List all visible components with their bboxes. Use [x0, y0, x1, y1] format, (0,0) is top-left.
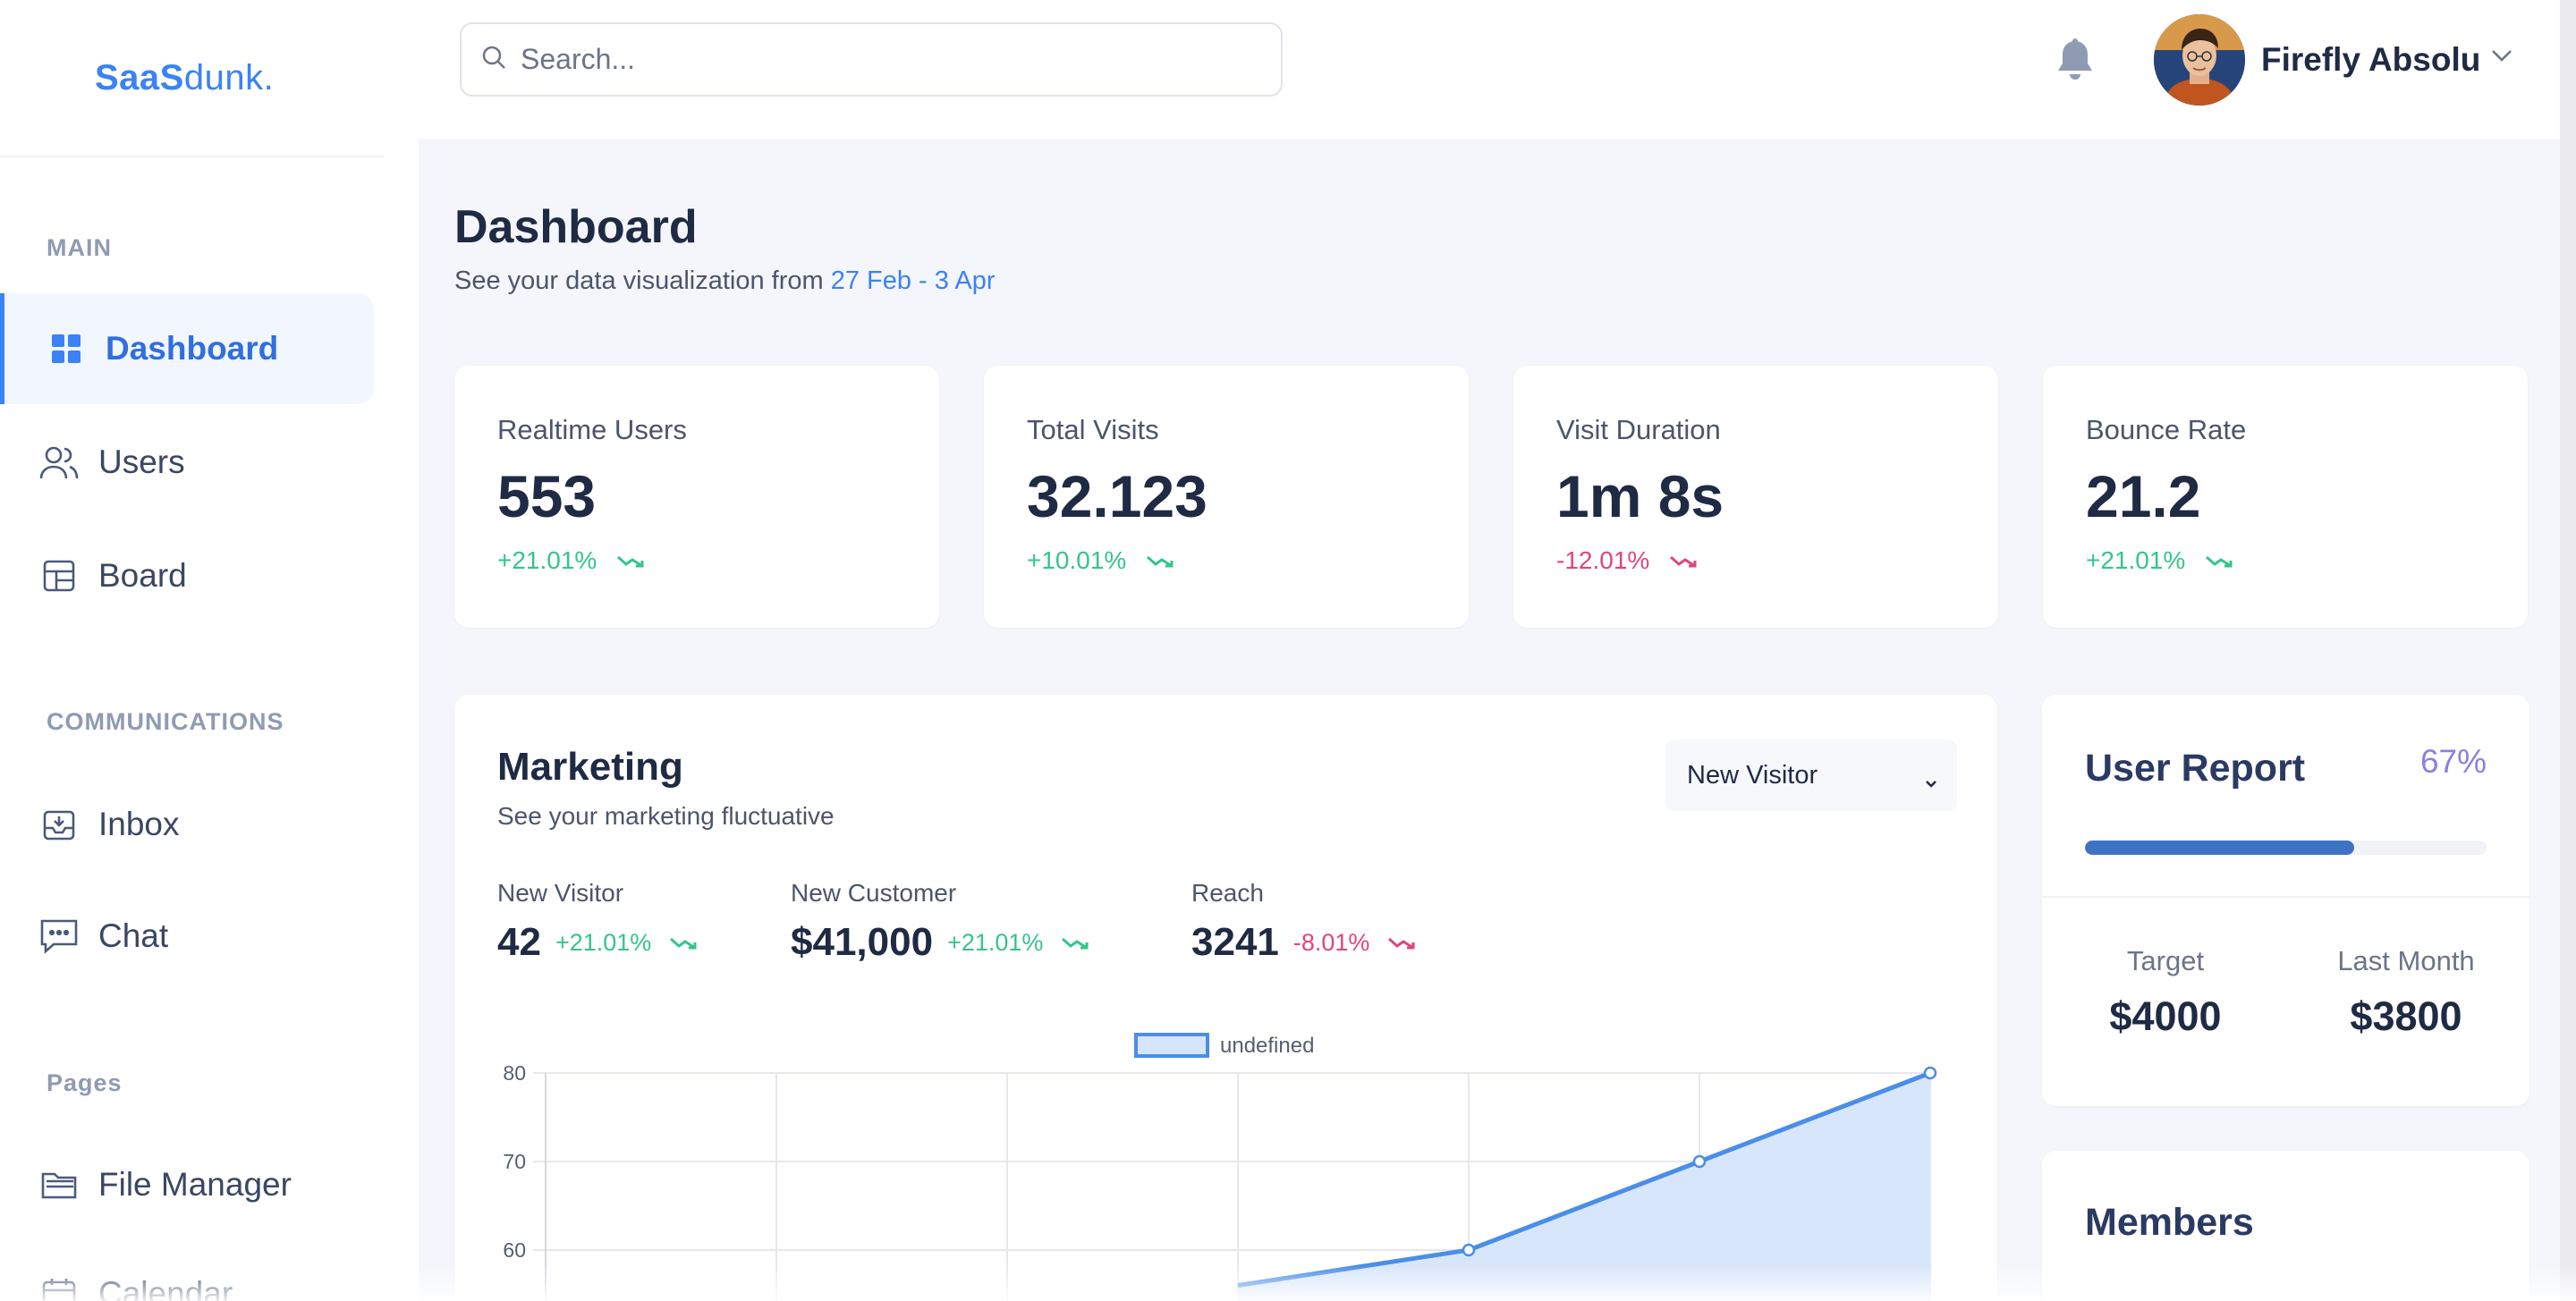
- logo-area: SaaSdunk.: [0, 0, 385, 157]
- stat-label: Realtime Users: [497, 414, 687, 445]
- user-name[interactable]: Firefly Absolu: [2261, 41, 2480, 79]
- sidebar-section-main: MAIN: [47, 234, 112, 261]
- page-subtitle: See your data visualization from 27 Feb …: [454, 266, 996, 295]
- divider: [2042, 896, 2529, 898]
- stat-card-realtime-users: Realtime Users 553 +21.01%: [454, 366, 939, 628]
- stat-value: 1m 8s: [1556, 463, 1724, 529]
- y-tick-label: 70: [503, 1150, 526, 1173]
- inbox-icon: [39, 805, 79, 844]
- last-month-stat: Last Month $3800: [2337, 945, 2475, 1039]
- scrollbar[interactable]: [2560, 0, 2576, 1301]
- sidebar-item-label: Calendar: [98, 1275, 233, 1301]
- user-report-progress-fill: [2085, 841, 2354, 855]
- members-title: Members: [2085, 1201, 2254, 1244]
- sidebar-item-inbox[interactable]: Inbox: [0, 769, 374, 880]
- y-tick-label: 60: [503, 1238, 526, 1262]
- stat-value: 32.123: [1027, 463, 1208, 529]
- trend-down-icon: [1388, 937, 1415, 950]
- page-title: Dashboard: [454, 201, 698, 253]
- stat-delta: +21.01%: [2086, 546, 2528, 575]
- avatar[interactable]: [2154, 14, 2245, 106]
- marketing-card: Marketing See your marketing fluctuative…: [454, 695, 1997, 1301]
- sidebar-item-file-manager[interactable]: File Manager: [0, 1129, 374, 1240]
- notification-bell-icon[interactable]: [2055, 38, 2095, 87]
- app-root: SaaSdunk. MAIN Dashboard Users Board COM…: [0, 0, 2576, 1301]
- users-icon: [39, 443, 79, 482]
- sidebar: SaaSdunk. MAIN Dashboard Users Board COM…: [0, 0, 419, 1301]
- trend-down-icon: [1670, 555, 1697, 568]
- stat-delta: +21.01%: [497, 546, 939, 575]
- legend-label: undefined: [1220, 1034, 1314, 1058]
- marketing-area-chart: undefined 80 70 60: [503, 1033, 1937, 1301]
- trend-up-icon: [2206, 555, 2233, 568]
- sidebar-section-communications: COMMUNICATIONS: [47, 708, 284, 735]
- calendar-icon: [39, 1274, 79, 1301]
- date-range-link[interactable]: 27 Feb - 3 Apr: [831, 266, 996, 295]
- search-input[interactable]: [521, 43, 1254, 76]
- metric-new-visitor: New Visitor 42 +21.01%: [497, 879, 698, 965]
- metric-reach: Reach 3241 -8.01%: [1191, 879, 1416, 965]
- stat-card-bounce-rate: Bounce Rate 21.2 +21.01%: [2043, 366, 2528, 628]
- user-report-title: User Report: [2085, 747, 2306, 790]
- y-tick-label: 80: [503, 1061, 526, 1085]
- user-report-progress-track: [2085, 841, 2487, 855]
- user-report-card: User Report 67% Target $4000 Last Month …: [2042, 695, 2529, 1106]
- sidebar-item-label: File Manager: [98, 1166, 292, 1203]
- sidebar-item-label: Inbox: [98, 806, 180, 842]
- chat-icon: [39, 917, 79, 956]
- stat-delta: +10.01%: [1027, 546, 1469, 575]
- stat-value: 553: [497, 463, 597, 529]
- dashboard-grid-icon: [47, 329, 86, 368]
- trend-up-icon: [1062, 937, 1089, 950]
- search-box[interactable]: [460, 22, 1283, 97]
- sidebar-item-label: Users: [98, 444, 185, 480]
- stat-label: Bounce Rate: [2086, 414, 2247, 445]
- stat-label: Visit Duration: [1556, 414, 1721, 445]
- stat-card-total-visits: Total Visits 32.123 +10.01%: [984, 366, 1469, 628]
- visitor-type-select[interactable]: New Visitor: [1665, 739, 1957, 811]
- search-icon: [481, 45, 506, 74]
- folder-icon: [39, 1165, 79, 1204]
- board-icon: [39, 556, 79, 596]
- sidebar-item-calendar[interactable]: Calendar: [0, 1238, 374, 1301]
- series-area: [1238, 1073, 1930, 1301]
- sidebar-item-board[interactable]: Board: [0, 520, 374, 631]
- sidebar-item-dashboard[interactable]: Dashboard: [0, 293, 374, 404]
- stat-card-visit-duration: Visit Duration 1m 8s -12.01%: [1513, 366, 1998, 628]
- topbar: Firefly Absolu: [419, 0, 2576, 139]
- data-point: [1692, 1154, 1707, 1169]
- metric-new-customer: New Customer $41,000 +21.01%: [791, 879, 1089, 965]
- stat-delta: -12.01%: [1556, 546, 1998, 575]
- sidebar-item-label: Dashboard: [106, 330, 279, 367]
- sidebar-item-label: Chat: [98, 917, 169, 954]
- sidebar-item-chat[interactable]: Chat: [0, 881, 374, 992]
- legend-swatch: [1134, 1033, 1209, 1058]
- target-stat: Target $4000: [2109, 945, 2222, 1039]
- data-point: [1462, 1243, 1476, 1257]
- sidebar-section-pages: Pages: [47, 1069, 123, 1096]
- members-card: Members: [2042, 1151, 2529, 1301]
- user-report-percent: 67%: [2419, 743, 2487, 780]
- trend-up-icon: [670, 937, 697, 950]
- app-logo[interactable]: SaaSdunk.: [95, 58, 274, 98]
- trend-up-icon: [1147, 555, 1174, 568]
- chevron-down-icon[interactable]: [2490, 48, 2513, 67]
- chevron-down-icon: [1925, 766, 1937, 796]
- trend-up-icon: [617, 555, 644, 568]
- sidebar-item-users[interactable]: Users: [0, 407, 374, 518]
- sidebar-item-label: Board: [98, 557, 187, 594]
- stat-value: 21.2: [2086, 463, 2201, 529]
- stat-label: Total Visits: [1027, 414, 1159, 445]
- data-point: [1923, 1066, 1937, 1080]
